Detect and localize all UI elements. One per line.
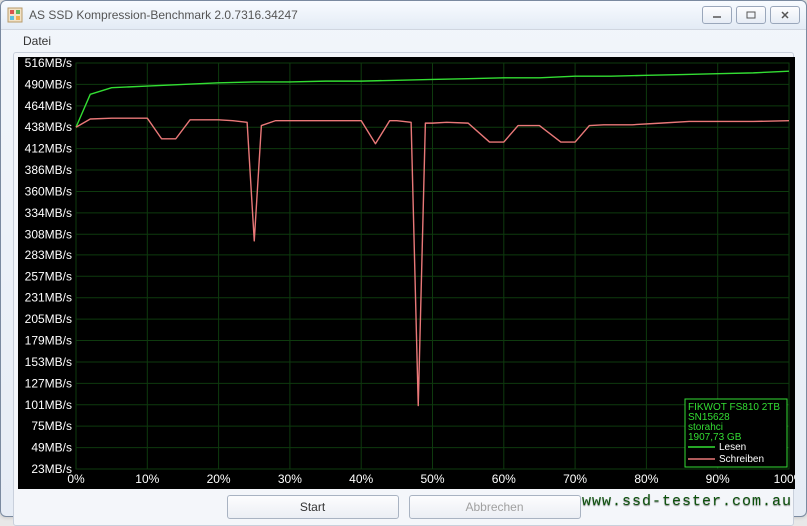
content-panel: 23MB/s 49MB/s 75MB/s 101MB/s 127MB/s 153MB/s 1… — [13, 52, 794, 526]
svg-text:23MB/s: 23MB/s — [31, 462, 72, 476]
minimize-button[interactable] — [702, 6, 732, 24]
watermark: www.ssd-tester.com.au — [582, 493, 792, 510]
start-button[interactable]: Start — [227, 495, 399, 519]
svg-text:334MB/s: 334MB/s — [25, 206, 72, 220]
app-window: AS SSD Kompression-Benchmark 2.0.7316.34… — [0, 0, 807, 517]
svg-text:60%: 60% — [492, 472, 516, 486]
svg-text:40%: 40% — [349, 472, 373, 486]
menu-datei[interactable]: Datei — [19, 32, 55, 50]
menubar: Datei — [1, 30, 806, 50]
svg-text:20%: 20% — [207, 472, 231, 486]
svg-text:386MB/s: 386MB/s — [25, 163, 72, 177]
app-icon — [7, 7, 23, 23]
svg-text:257MB/s: 257MB/s — [25, 269, 72, 283]
chart-svg: 23MB/s 49MB/s 75MB/s 101MB/s 127MB/s 153MB/s 1… — [18, 57, 795, 489]
window-controls — [702, 6, 800, 24]
svg-text:101MB/s: 101MB/s — [25, 398, 72, 412]
maximize-icon — [746, 11, 756, 19]
maximize-button[interactable] — [736, 6, 766, 24]
svg-text:464MB/s: 464MB/s — [25, 99, 72, 113]
svg-text:153MB/s: 153MB/s — [25, 355, 72, 369]
svg-text:80%: 80% — [634, 472, 658, 486]
close-icon — [780, 11, 790, 19]
svg-text:438MB/s: 438MB/s — [25, 120, 72, 134]
svg-text:49MB/s: 49MB/s — [31, 441, 72, 455]
titlebar: AS SSD Kompression-Benchmark 2.0.7316.34… — [1, 1, 806, 30]
svg-text:283MB/s: 283MB/s — [25, 248, 72, 262]
svg-text:179MB/s: 179MB/s — [25, 334, 72, 348]
close-button[interactable] — [770, 6, 800, 24]
svg-text:90%: 90% — [706, 472, 730, 486]
svg-text:70%: 70% — [563, 472, 587, 486]
svg-text:516MB/s: 516MB/s — [25, 57, 72, 70]
svg-text:205MB/s: 205MB/s — [25, 312, 72, 326]
svg-text:412MB/s: 412MB/s — [25, 142, 72, 156]
window-title: AS SSD Kompression-Benchmark 2.0.7316.34… — [29, 8, 702, 22]
minimize-icon — [712, 11, 722, 19]
chart-area: 23MB/s 49MB/s 75MB/s 101MB/s 127MB/s 153MB/s 1… — [18, 57, 789, 489]
svg-text:231MB/s: 231MB/s — [25, 291, 72, 305]
svg-text:490MB/s: 490MB/s — [25, 77, 72, 91]
svg-text:0%: 0% — [67, 472, 85, 486]
svg-text:Lesen: Lesen — [719, 442, 746, 453]
svg-text:100%: 100% — [774, 472, 795, 486]
svg-text:360MB/s: 360MB/s — [25, 184, 72, 198]
svg-text:127MB/s: 127MB/s — [25, 376, 72, 390]
svg-text:30%: 30% — [278, 472, 302, 486]
svg-text:308MB/s: 308MB/s — [25, 227, 72, 241]
svg-text:Schreiben: Schreiben — [719, 454, 764, 465]
svg-text:10%: 10% — [135, 472, 159, 486]
svg-text:50%: 50% — [420, 472, 444, 486]
svg-text:75MB/s: 75MB/s — [31, 419, 72, 433]
abort-button: Abbrechen — [409, 495, 581, 519]
